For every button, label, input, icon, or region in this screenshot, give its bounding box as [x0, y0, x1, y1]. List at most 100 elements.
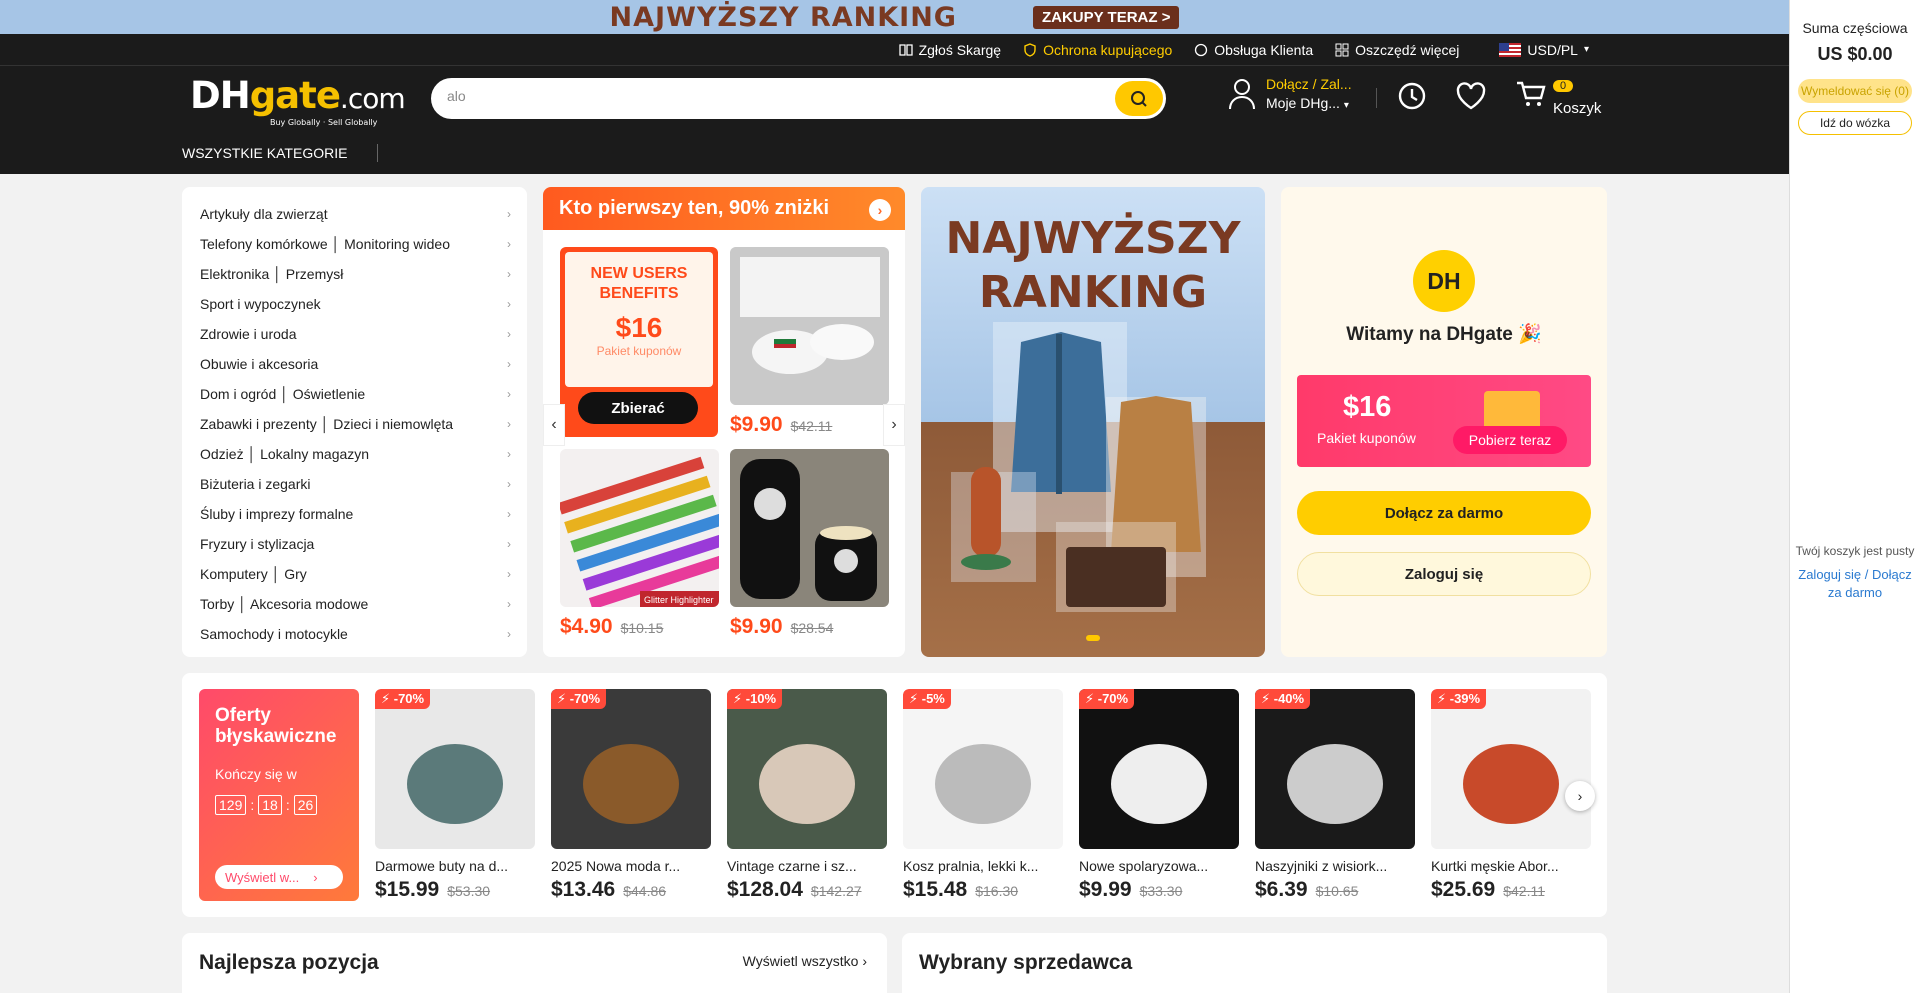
flash-product[interactable]: ⚡ -70% Darmowe buty na d... $15.99 $53.30: [375, 689, 535, 902]
collect-coupon-button[interactable]: Zbierać: [578, 392, 698, 424]
carousel-indicator[interactable]: [1086, 635, 1100, 641]
deal-prev-button[interactable]: ‹: [543, 404, 565, 446]
discount-badge: ⚡ -5%: [903, 689, 951, 709]
search-button[interactable]: [1115, 81, 1163, 116]
new-user-coupon[interactable]: NEW USERS BENEFITS $16 Pakiet kuponów Zb…: [560, 247, 718, 437]
product-price-2: $4.90 $10.15: [560, 615, 663, 639]
flash-next-button[interactable]: ›: [1565, 781, 1595, 811]
category-item[interactable]: Zabawki i prezenty │ Dzieci i niemowlęta…: [182, 409, 527, 439]
category-item[interactable]: Biżuteria i zegarki ›: [182, 469, 527, 499]
flash-product[interactable]: ⚡ -40% Naszyjniki z wisiork... $6.39 $10.…: [1255, 689, 1415, 902]
category-item[interactable]: Torby │ Akcesoria modowe ›: [182, 589, 527, 619]
flash-product-price: $15.99 $53.30: [375, 878, 535, 902]
complaint-link[interactable]: Zgłoś Skargę: [898, 42, 1001, 58]
view-all-link[interactable]: Wyświetl wszystko ›: [743, 953, 867, 969]
chevron-right-icon[interactable]: ›: [869, 199, 891, 221]
category-item[interactable]: Sport i wypoczynek ›: [182, 289, 527, 319]
deal-next-button[interactable]: ›: [883, 404, 905, 446]
my-dhgate-link[interactable]: Moje DHg... ▾: [1266, 95, 1352, 111]
save-more-link[interactable]: Oszczędź więcej: [1335, 42, 1459, 58]
dhgate-logo[interactable]: DHgate.com Buy Globally · Sell Globally: [190, 74, 406, 127]
history-button[interactable]: [1396, 80, 1428, 115]
timer-seconds: 26: [293, 795, 318, 815]
discount-badge: ⚡ -40%: [1255, 689, 1311, 709]
customer-service-label: Obsługa Klienta: [1214, 41, 1314, 58]
deal-header[interactable]: Kto pierwszy ten, 90% zniżki ›: [543, 187, 905, 230]
logo-tagline: Buy Globally · Sell Globally: [270, 118, 378, 127]
cart-button[interactable]: 0 Koszyk: [1515, 78, 1601, 117]
login-button[interactable]: Zaloguj się: [1297, 552, 1591, 596]
get-now-button[interactable]: Pobierz teraz: [1453, 426, 1567, 454]
flash-product-image[interactable]: ⚡ -5%: [903, 689, 1063, 849]
flash-product-image[interactable]: ⚡ -39%: [1431, 689, 1591, 849]
join-login-link[interactable]: Dołącz / Zal...: [1266, 76, 1352, 92]
old-price: $10.65: [1315, 883, 1359, 899]
category-item[interactable]: Samochody i motocykle ›: [182, 619, 527, 649]
flash-product-image[interactable]: ⚡ -70%: [1079, 689, 1239, 849]
chat-icon: [1195, 43, 1208, 56]
chevron-right-icon: ›: [891, 416, 897, 433]
flash-deals-promo[interactable]: Oferty błyskawiczne Kończy się w 129: 18…: [199, 689, 359, 901]
flash-product[interactable]: ⚡ -10% Vintage czarne i sz... $128.04 $14…: [727, 689, 887, 902]
heart-icon: [1456, 82, 1486, 110]
category-item[interactable]: Komputery │ Gry ›: [182, 559, 527, 589]
currency-selector[interactable]: USD/PL ▾: [1499, 42, 1589, 58]
flash-product[interactable]: ⚡ -70% 2025 Nowa moda r... $13.46 $44.86: [551, 689, 711, 902]
flash-product-image[interactable]: ⚡ -40%: [1255, 689, 1415, 849]
search-input[interactable]: [447, 88, 1047, 104]
view-all-flash-button[interactable]: Wyświetl w... ›: [215, 865, 343, 889]
category-label: Artykuły dla zwierząt: [200, 206, 328, 222]
logo-gate: gate: [249, 74, 341, 117]
sidebar-login-link[interactable]: Zaloguj się: [1798, 567, 1861, 582]
promo-shop-button[interactable]: ZAKUPY TERAZ >: [1032, 5, 1180, 29]
product-price-1: $9.90 $42.11: [730, 413, 832, 437]
chevron-right-icon: ›: [507, 477, 511, 491]
category-item[interactable]: Obuwie i akcesoria ›: [182, 349, 527, 379]
category-item[interactable]: Zdrowie i uroda ›: [182, 319, 527, 349]
category-item[interactable]: Telefony komórkowe │ Monitoring wideo ›: [182, 229, 527, 259]
account-menu[interactable]: Dołącz / Zal... Moje DHg... ▾: [1228, 76, 1352, 111]
join-free-button[interactable]: Dołącz za darmo: [1297, 491, 1591, 535]
price-value: $128.04: [727, 878, 803, 901]
chevron-right-icon: ›: [507, 357, 511, 371]
flash-product-image[interactable]: ⚡ -10%: [727, 689, 887, 849]
buyer-protection-link[interactable]: Ochrona kupującego: [1023, 42, 1172, 58]
flash-product[interactable]: ⚡ -70% Nowe spolaryzowa... $9.99 $33.30: [1079, 689, 1239, 902]
ranking-banner[interactable]: NAJWYŻSZY RANKING: [921, 187, 1265, 657]
category-item[interactable]: Artykuły dla zwierząt ›: [182, 199, 527, 229]
customer-service-link[interactable]: Obsługa Klienta: [1194, 42, 1313, 58]
product-image-sneakers[interactable]: [730, 247, 889, 405]
welcome-coupon-value: $16: [1343, 391, 1392, 423]
category-label: Biżuteria i zegarki: [200, 476, 311, 492]
product-price-3: $9.90 $28.54: [730, 615, 833, 639]
category-item[interactable]: Fryzury i stylizacja ›: [182, 529, 527, 559]
flash-product[interactable]: ⚡ -5% Kosz pralnia, lekki k... $15.48 $16…: [903, 689, 1063, 902]
flash-product-price: $13.46 $44.86: [551, 878, 711, 902]
category-item[interactable]: Dom i ogród │ Oświetlenie ›: [182, 379, 527, 409]
flash-product-name: Nowe spolaryzowa...: [1079, 858, 1209, 874]
go-to-cart-button[interactable]: Idź do wózka: [1798, 111, 1912, 135]
wishlist-button[interactable]: [1455, 80, 1487, 115]
logo-dh: DH: [190, 74, 251, 117]
view-all-label: Wyświetl w...: [225, 869, 300, 885]
grid-icon: [1335, 43, 1349, 56]
welcome-coupon[interactable]: $16 Pakiet kuponów Pobierz teraz: [1297, 375, 1591, 467]
checkout-button[interactable]: Wymeldować się (0): [1798, 79, 1912, 103]
old-price: $16.30: [975, 883, 1019, 899]
deal-title: Kto pierwszy ten, 90% zniżki: [559, 197, 830, 219]
flash-product-name: Vintage czarne i sz...: [727, 858, 857, 874]
product-image-candle[interactable]: [730, 449, 889, 607]
category-item[interactable]: Odzież │ Lokalny magazyn ›: [182, 439, 527, 469]
chevron-left-icon: ‹: [551, 416, 557, 433]
promo-banner[interactable]: NAJWYŻSZY RANKING ZAKUPY TERAZ >: [0, 0, 1789, 34]
product-image-highlighter[interactable]: Glitter Highlighter: [560, 449, 719, 607]
flash-ends-label: Kończy się w: [215, 766, 297, 782]
flash-product-image[interactable]: ⚡ -70%: [375, 689, 535, 849]
chevron-right-icon: ›: [1577, 788, 1583, 804]
flash-product-image[interactable]: ⚡ -70%: [551, 689, 711, 849]
welcome-title: Witamy na DHgate 🎉: [1346, 324, 1542, 345]
discount-badge: ⚡ -70%: [1079, 689, 1135, 709]
category-item[interactable]: Śluby i imprezy formalne ›: [182, 499, 527, 529]
category-item[interactable]: Elektronika │ Przemysł ›: [182, 259, 527, 289]
all-categories-button[interactable]: WSZYSTKIE KATEGORIE: [182, 144, 379, 162]
